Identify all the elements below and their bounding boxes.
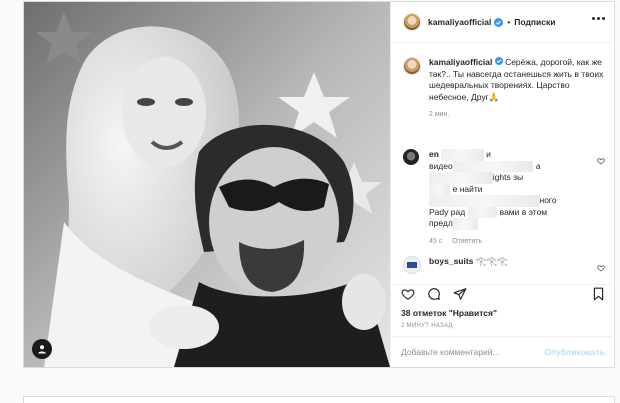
commenter-username[interactable]: boys_suits: [429, 256, 473, 266]
caption: kamaliyaofficial Серёжа, дорогой, как же…: [403, 57, 605, 121]
commenter-avatar[interactable]: [403, 149, 419, 165]
comment-text-fragment: а: [535, 160, 541, 171]
caption-avatar[interactable]: [403, 57, 421, 75]
comment-input[interactable]: [401, 347, 545, 357]
comment-text-fragment: Рady рад: [429, 206, 466, 217]
publish-button[interactable]: Опубликовать: [544, 347, 605, 357]
post-timestamp[interactable]: 2 МИНУТ НАЗАД: [401, 323, 453, 329]
verified-badge-icon: [494, 57, 503, 67]
comments-list: kamaliyaofficial Серёжа, дорогой, как же…: [391, 43, 615, 281]
comment-icon[interactable]: [427, 287, 441, 306]
share-icon[interactable]: [453, 287, 467, 306]
author-username[interactable]: kamaliyaofficial: [428, 17, 491, 27]
verified-badge-icon: [494, 17, 504, 27]
bookmark-icon[interactable]: [592, 287, 605, 306]
post-actions: [391, 284, 615, 307]
user-tag-icon[interactable]: [32, 339, 52, 359]
commenter-avatar[interactable]: [403, 256, 421, 274]
comment-text: 𓂀𓂀𓂀: [475, 256, 508, 266]
post-header: kamaliyaofficial • Подписки: [391, 2, 615, 43]
comment-text-fragment: ights зы: [492, 172, 524, 182]
comment-item: boys_suits 𓂀𓂀𓂀: [403, 256, 605, 274]
comment-item: en xxxxxxxxxx и видеоxxxxxxxxxxxxxxxxxxx…: [403, 149, 605, 247]
comment-text-fragment: ного: [539, 195, 557, 205]
commenter-username[interactable]: en: [429, 149, 439, 159]
heart-icon[interactable]: [597, 264, 605, 276]
caption-time[interactable]: 2 мин.: [429, 111, 449, 118]
more-options-icon[interactable]: [592, 17, 605, 20]
heart-icon[interactable]: [597, 157, 605, 169]
next-post-edge: [23, 396, 615, 403]
author-avatar[interactable]: [403, 13, 421, 31]
likes-count[interactable]: 38 отметок "Нравится": [401, 308, 497, 318]
comment-text-fragment: е найти: [452, 183, 483, 194]
add-comment-bar: Опубликовать: [391, 336, 615, 367]
header-separator: •: [507, 17, 511, 27]
comment-text-fragment: вами в этом: [499, 206, 548, 217]
following-button[interactable]: Подписки: [514, 17, 555, 27]
caption-username[interactable]: kamaliyaofficial: [429, 57, 492, 67]
reply-button[interactable]: Ответить: [452, 238, 482, 245]
comment-text-fragment: видео: [429, 160, 453, 171]
heart-icon[interactable]: [401, 287, 415, 306]
comment-time[interactable]: 45 с: [429, 238, 442, 245]
post-sidebar: kamaliyaofficial • Подписки kamaliyaoffi…: [390, 2, 615, 367]
instagram-post: kamaliyaofficial • Подписки kamaliyaoffi…: [23, 1, 615, 368]
comment-text-fragment: предл: [429, 218, 453, 228]
post-photo[interactable]: [24, 2, 390, 367]
comment-text-fragment: и: [486, 149, 491, 159]
